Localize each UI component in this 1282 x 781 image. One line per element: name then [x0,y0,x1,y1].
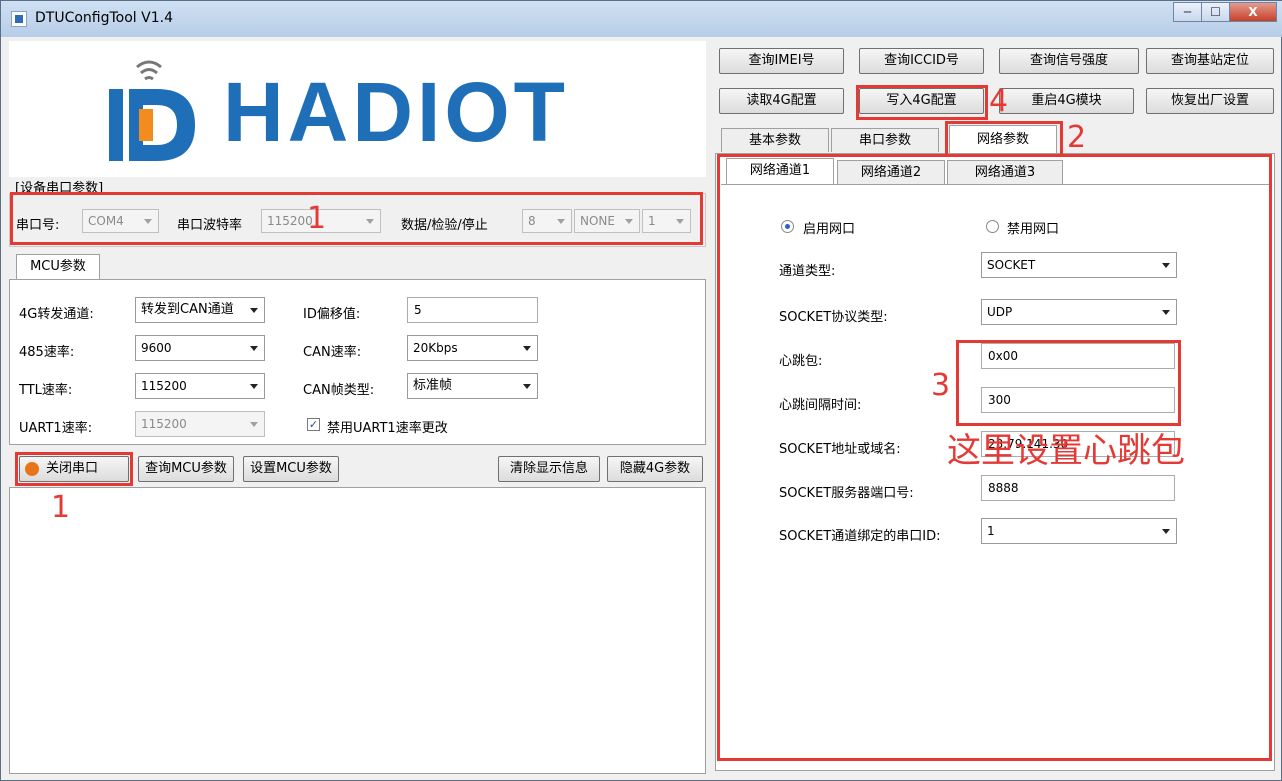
annotation-box-write-4g [856,85,988,120]
uart1-rate-select[interactable]: 115200 [135,411,265,437]
close-icon[interactable]: X [1229,2,1277,22]
chevron-down-icon [523,384,531,389]
log-output-area[interactable] [9,487,706,774]
query-location-button[interactable]: 查询基站定位 [1146,48,1274,74]
minimize-icon[interactable]: ─ [1173,2,1202,22]
annotation-box-close-port [15,452,133,486]
rate485-value: 9600 [141,341,172,355]
chevron-down-icon [523,346,531,351]
ttl-rate-value: 115200 [141,379,187,393]
read-4g-button[interactable]: 读取4G配置 [719,88,844,114]
hide-4g-button[interactable]: 隐藏4G参数 [607,456,703,482]
can-frame-value: 标准帧 [413,378,453,393]
window-controls: ─ ☐ X [1173,2,1277,22]
id-offset-input[interactable]: 5 [407,297,538,323]
query-imei-button[interactable]: 查询IMEI号 [719,48,844,74]
app-icon [11,11,27,27]
title-bar: DTUConfigTool V1.4 ─ ☐ X [1,1,1282,37]
can-frame-label: CAN帧类型: [303,383,375,398]
annotation-number-2: 2 [1067,120,1087,155]
fwd-channel-label: 4G转发通道: [19,307,94,322]
can-rate-label: CAN速率: [303,345,362,360]
chevron-down-icon [250,422,258,427]
restart-4g-button[interactable]: 重启4G模块 [999,88,1134,114]
disable-uart1-label: 禁用UART1速率更改 [327,421,448,436]
rate485-select[interactable]: 9600 [135,335,265,361]
fwd-channel-value: 转发到CAN通道 [141,302,234,317]
can-rate-value: 20Kbps [413,341,458,355]
fwd-channel-select[interactable]: 转发到CAN通道 [135,297,265,323]
chevron-down-icon [250,308,258,313]
tab-mcu-params[interactable]: MCU参数 [16,254,100,280]
ttl-rate-select[interactable]: 115200 [135,373,265,399]
disable-uart1-checkbox[interactable]: ✓ [307,418,320,431]
uart1-rate-label: UART1速率: [19,421,93,436]
can-frame-select[interactable]: 标准帧 [407,373,538,399]
tab-basic-params[interactable]: 基本参数 [721,128,829,152]
can-rate-select[interactable]: 20Kbps [407,335,538,361]
query-signal-button[interactable]: 查询信号强度 [999,48,1139,74]
id-offset-label: ID偏移值: [303,307,361,322]
factory-reset-button[interactable]: 恢复出厂设置 [1146,88,1274,114]
annotation-box-heartbeat [956,340,1181,426]
query-iccid-button[interactable]: 查询ICCID号 [859,48,984,74]
logo-panel: HADIOT [9,41,706,177]
logo-text: HADIOT [223,65,569,159]
rate485-label: 485速率: [19,345,75,360]
query-mcu-button[interactable]: 查询MCU参数 [138,456,234,482]
uart1-rate-value: 115200 [141,417,187,431]
annotation-number-1-button: 1 [51,490,71,525]
app-window: DTUConfigTool V1.4 ─ ☐ X HADIOT [设备串口参数]… [0,0,1282,781]
chevron-down-icon [250,384,258,389]
window-title: DTUConfigTool V1.4 [35,10,173,26]
annotation-box-network-tab [945,121,1063,157]
annotation-number-1-serial: 1 [307,201,327,236]
annotation-box-serial [10,192,703,245]
annotation-heartbeat-note: 这里设置心跳包 [947,431,1185,471]
hadiot-logo-icon [109,60,195,161]
clear-log-button[interactable]: 清除显示信息 [498,456,600,482]
maximize-icon[interactable]: ☐ [1201,2,1230,22]
chevron-down-icon [250,346,258,351]
ttl-rate-label: TTL速率: [19,383,73,398]
annotation-number-4: 4 [989,84,1009,119]
tab-serial-params[interactable]: 串口参数 [831,128,939,152]
annotation-number-3: 3 [931,368,951,403]
set-mcu-button[interactable]: 设置MCU参数 [243,456,339,482]
